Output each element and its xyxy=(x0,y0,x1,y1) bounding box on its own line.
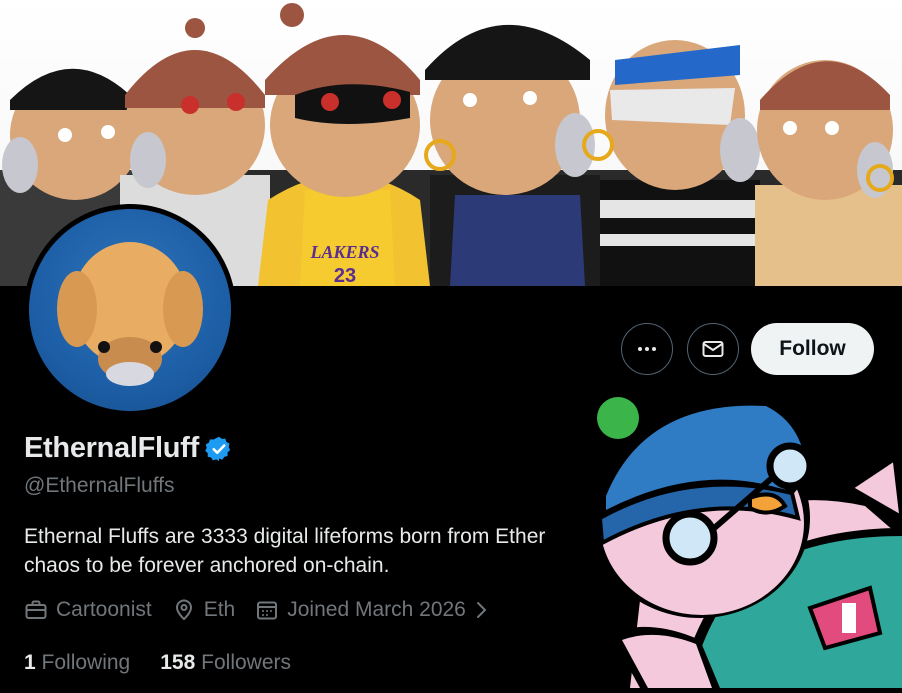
follow-button[interactable]: Follow xyxy=(751,323,874,375)
following-label: Following xyxy=(41,651,131,674)
penguin-sticker xyxy=(580,378,902,688)
followers-link[interactable]: 158 Followers xyxy=(160,651,291,675)
following-link[interactable]: 1 Following xyxy=(24,651,130,675)
message-button[interactable] xyxy=(687,323,739,375)
more-horizontal-icon xyxy=(638,347,656,351)
category-label: Cartoonist xyxy=(56,598,152,621)
profile-bio: Ethernal Fluffs are 3333 digital lifefor… xyxy=(24,525,546,577)
followers-label: Followers xyxy=(201,651,291,674)
more-button[interactable] xyxy=(621,323,673,375)
joined-label: Joined March 2026 xyxy=(287,598,466,621)
profile-avatar[interactable] xyxy=(24,204,236,416)
avatar-image xyxy=(29,209,231,411)
following-count: 1 xyxy=(24,651,36,674)
svg-text:LAKERS: LAKERS xyxy=(309,242,379,262)
joined-link[interactable]: Joined March 2026 xyxy=(255,598,498,622)
location-item: Eth xyxy=(172,598,236,622)
location-label: Eth xyxy=(203,598,236,621)
briefcase-icon xyxy=(25,600,47,619)
profile-meta: Cartoonist Eth Joined March 2026 xyxy=(24,598,518,622)
followers-count: 158 xyxy=(160,651,196,674)
verified-badge-icon[interactable] xyxy=(205,435,233,463)
envelope-icon xyxy=(702,341,724,357)
display-name: EthernalFluff xyxy=(24,432,199,464)
location-pin-icon xyxy=(175,599,192,621)
calendar-icon xyxy=(257,601,278,620)
name-row: EthernalFluff xyxy=(24,432,233,465)
profile-stats: 1 Following 158 Followers xyxy=(24,651,321,675)
category-item: Cartoonist xyxy=(24,598,152,622)
profile-handle: @EthernalFluffs xyxy=(24,474,175,497)
chevron-right-icon xyxy=(476,602,487,618)
svg-text:23: 23 xyxy=(334,265,356,286)
